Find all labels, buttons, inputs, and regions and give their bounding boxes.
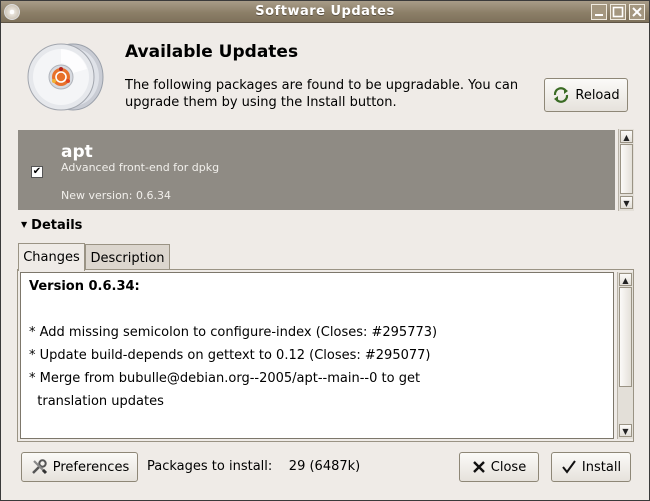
preferences-button[interactable]: Preferences bbox=[21, 452, 138, 482]
package-checkbox[interactable]: ✔ bbox=[31, 166, 43, 178]
updates-description: The following packages are found to be u… bbox=[125, 78, 519, 110]
minimize-button[interactable] bbox=[591, 4, 607, 20]
changelog-heading: Version 0.6.34: bbox=[29, 279, 140, 294]
install-label: Install bbox=[581, 459, 622, 475]
changelog-line: * Add missing semicolon to configure-ind… bbox=[29, 325, 438, 340]
scroll-thumb[interactable] bbox=[620, 144, 633, 194]
preferences-tools-icon bbox=[31, 459, 47, 475]
details-expander[interactable]: ▼ Details bbox=[21, 218, 82, 233]
checkmark-icon bbox=[562, 460, 576, 474]
scroll-down-arrow-icon[interactable]: ▼ bbox=[619, 424, 632, 437]
changelog-line bbox=[29, 302, 605, 325]
packages-to-install: Packages to install: 29 (6487k) bbox=[147, 459, 360, 474]
package-new-version: New version: 0.6.34 bbox=[61, 189, 171, 202]
package-list-scrollbar[interactable]: ▲ ▼ bbox=[618, 129, 634, 211]
changelog-line: translation updates bbox=[29, 394, 164, 409]
maximize-icon bbox=[612, 6, 624, 18]
packages-to-install-value: 29 (6487k) bbox=[288, 459, 361, 474]
tab-changes-label: Changes bbox=[23, 250, 80, 265]
tab-changes[interactable]: Changes bbox=[18, 243, 85, 271]
changelog-textview[interactable]: Version 0.6.34: * Add missing semicolon … bbox=[20, 272, 614, 439]
packages-to-install-label: Packages to install: bbox=[147, 459, 273, 474]
scroll-up-arrow-icon[interactable]: ▲ bbox=[619, 273, 632, 286]
title-bar[interactable]: Software Updates bbox=[1, 1, 649, 23]
close-button[interactable]: Close bbox=[459, 452, 539, 482]
reload-label: Reload bbox=[575, 87, 620, 103]
scroll-down-arrow-icon[interactable]: ▼ bbox=[620, 196, 633, 209]
window-title: Software Updates bbox=[255, 4, 395, 19]
details-label: Details bbox=[31, 218, 83, 233]
preferences-label: Preferences bbox=[52, 459, 130, 475]
close-window-button[interactable] bbox=[629, 4, 645, 20]
reload-icon bbox=[554, 87, 569, 103]
expander-arrow-icon: ▼ bbox=[21, 220, 28, 229]
maximize-button[interactable] bbox=[610, 4, 626, 20]
changelog-line: * Update build-depends on gettext to 0.1… bbox=[29, 348, 431, 363]
scroll-up-arrow-icon[interactable]: ▲ bbox=[620, 130, 633, 143]
scroll-thumb[interactable] bbox=[619, 287, 632, 387]
close-icon bbox=[632, 7, 642, 17]
package-name: apt bbox=[61, 142, 93, 162]
package-row-apt[interactable]: ✔ apt Advanced front-end for dpkg New ve… bbox=[18, 130, 615, 210]
package-summary: Advanced front-end for dpkg bbox=[61, 161, 220, 174]
install-button[interactable]: Install bbox=[551, 452, 631, 482]
close-label: Close bbox=[490, 459, 527, 475]
software-updates-cd-icon bbox=[27, 43, 104, 111]
changelog-scrollbar[interactable]: ▲ ▼ bbox=[617, 272, 633, 439]
reload-button[interactable]: Reload bbox=[544, 78, 628, 112]
available-updates-heading: Available Updates bbox=[125, 42, 299, 62]
tab-description-label: Description bbox=[90, 250, 165, 266]
tab-description[interactable]: Description bbox=[85, 244, 170, 271]
close-x-icon bbox=[472, 461, 485, 473]
package-list[interactable]: ✔ apt Advanced front-end for dpkg New ve… bbox=[17, 129, 634, 211]
details-notebook: Version 0.6.34: * Add missing semicolon … bbox=[17, 269, 634, 442]
changelog-line: * Merge from bubulle@debian.org--2005/ap… bbox=[29, 371, 421, 386]
minimize-icon bbox=[595, 14, 603, 16]
software-updates-window: Software Updates Available Updates The f… bbox=[0, 0, 650, 501]
